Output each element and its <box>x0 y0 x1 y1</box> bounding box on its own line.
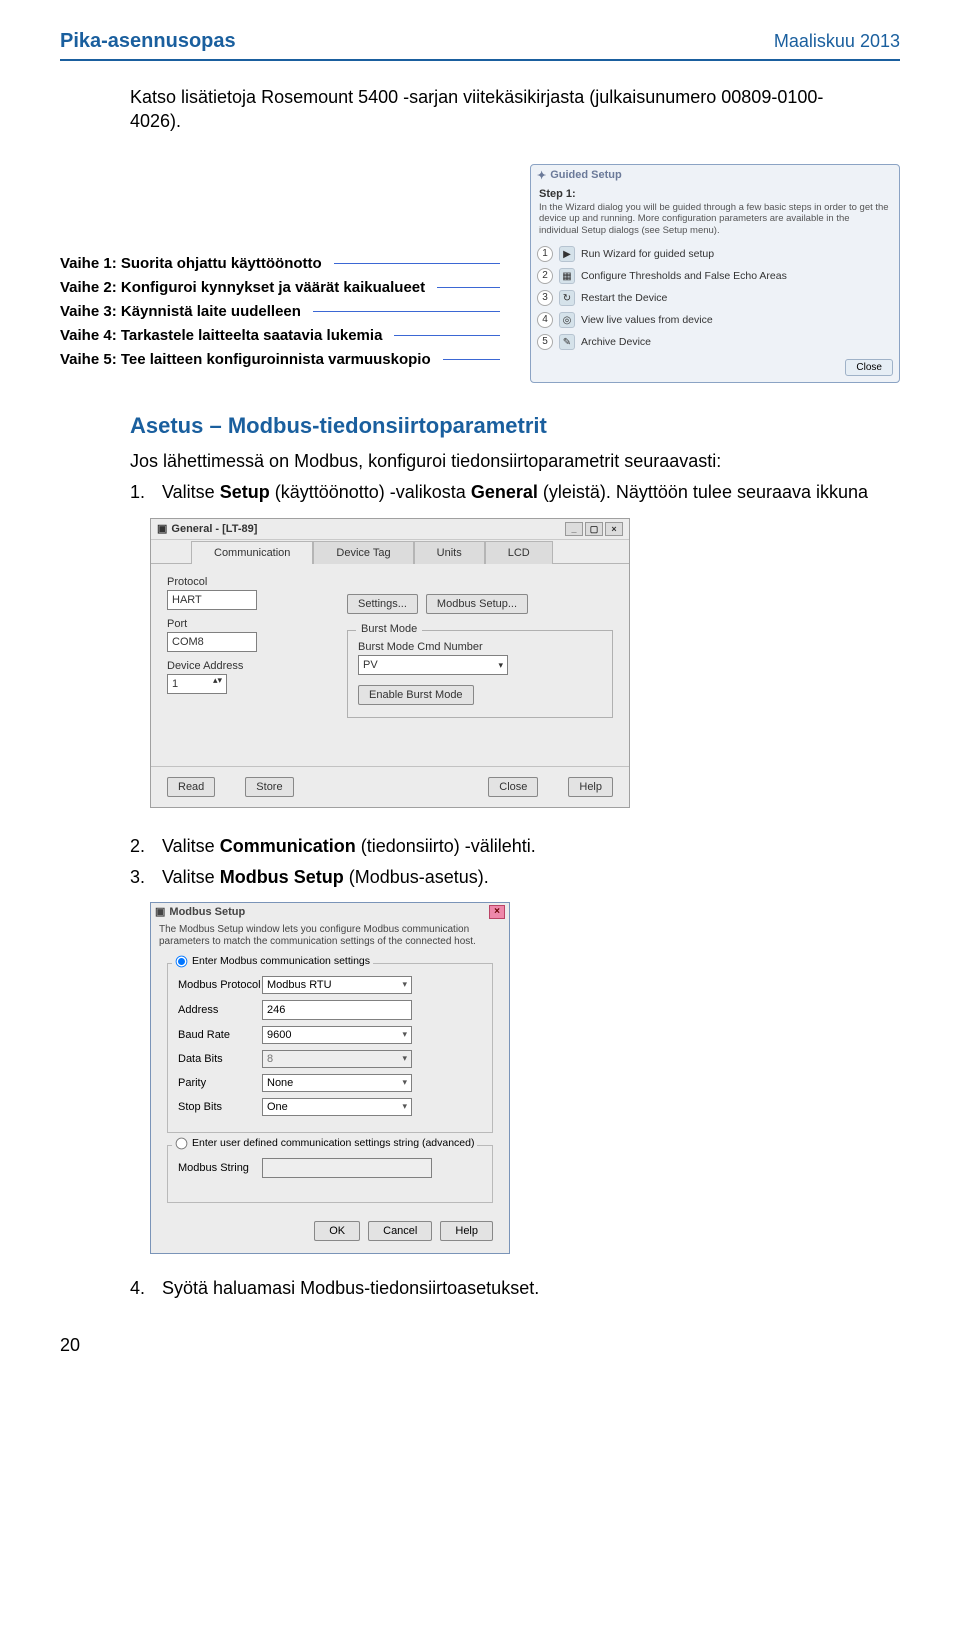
device-address-input[interactable]: 1▴▾ <box>167 674 227 694</box>
page-number: 20 <box>60 1335 900 1356</box>
close-icon[interactable]: × <box>489 905 505 919</box>
list-number: 4. <box>130 1276 152 1301</box>
radio2-label: Enter user defined communication setting… <box>192 1137 474 1149</box>
list-number: 1. <box>130 480 152 505</box>
step-4: Vaihe 4: Tarkastele laitteelta saatavia … <box>60 324 382 348</box>
window-title: General - [LT-89] <box>171 523 257 535</box>
parity-select[interactable]: None <box>262 1074 412 1092</box>
ok-button[interactable]: OK <box>314 1221 360 1241</box>
radio1-label: Enter Modbus communication settings <box>192 955 370 967</box>
general-window: ▣ General - [LT-89] _ ▢ × Communication … <box>150 518 630 808</box>
port-label: Port <box>167 618 317 630</box>
databits-label: Data Bits <box>178 1053 262 1065</box>
close-icon[interactable]: × <box>605 522 623 536</box>
step-number: 4 <box>537 312 553 328</box>
close-button[interactable]: Close <box>845 359 893 376</box>
modbus-settings-group: Enter Modbus communication settings Modb… <box>167 963 493 1133</box>
list-number: 2. <box>130 834 152 859</box>
section-title: Asetus – Modbus-tiedonsiirtoparametrit <box>130 413 900 439</box>
step-number: 5 <box>537 334 553 350</box>
header-right: Maaliskuu 2013 <box>774 31 900 52</box>
stopbits-label: Stop Bits <box>178 1101 262 1113</box>
row-label[interactable]: Configure Thresholds and False Echo Area… <box>581 270 787 282</box>
step-number: 1 <box>537 246 553 262</box>
step3-text: Valitse Modbus Setup (Modbus-asetus). <box>162 865 489 890</box>
enable-burst-button[interactable]: Enable Burst Mode <box>358 685 474 705</box>
wizard-icon[interactable]: ▶ <box>559 246 575 262</box>
device-address-label: Device Address <box>167 660 317 672</box>
tab-units[interactable]: Units <box>414 541 485 564</box>
modbus-title: Modbus Setup <box>169 906 245 918</box>
modbus-setup-button[interactable]: Modbus Setup... <box>426 594 528 614</box>
radio-enter-settings[interactable] <box>176 956 188 968</box>
step-number: 2 <box>537 268 553 284</box>
cancel-button[interactable]: Cancel <box>368 1221 432 1241</box>
port-input[interactable]: COM8 <box>167 632 257 652</box>
tab-device-tag[interactable]: Device Tag <box>313 541 413 564</box>
modbus-string-label: Modbus String <box>178 1162 262 1174</box>
baud-label: Baud Rate <box>178 1029 262 1041</box>
header-left: Pika-asennusopas <box>60 30 236 53</box>
wand-icon: ✦ <box>537 169 546 182</box>
step-3: Vaihe 3: Käynnistä laite uudelleen <box>60 300 301 324</box>
step-list: Vaihe 1: Suorita ohjattu käyttöönotto Va… <box>60 164 500 372</box>
help-button[interactable]: Help <box>440 1221 493 1241</box>
modbus-protocol-label: Modbus Protocol <box>178 979 262 991</box>
settings-button[interactable]: Settings... <box>347 594 418 614</box>
modbus-desc: The Modbus Setup window lets you configu… <box>151 921 509 959</box>
row-label[interactable]: Restart the Device <box>581 292 667 304</box>
guided-title: Guided Setup <box>550 169 622 181</box>
step1-text: Valitse Setup (käyttöönotto) -valikosta … <box>162 480 868 505</box>
step-1: Vaihe 1: Suorita ohjattu käyttöönotto <box>60 252 322 276</box>
address-label: Address <box>178 1004 262 1016</box>
step-number: 3 <box>537 290 553 306</box>
burst-mode-legend: Burst Mode <box>356 623 422 635</box>
tab-lcd[interactable]: LCD <box>485 541 553 564</box>
row-label[interactable]: View live values from device <box>581 314 713 326</box>
row-label[interactable]: Run Wizard for guided setup <box>581 248 714 260</box>
databits-select: 8 <box>262 1050 412 1068</box>
modbus-string-input <box>262 1158 432 1178</box>
wizard-row: Vaihe 1: Suorita ohjattu käyttöönotto Va… <box>60 164 900 384</box>
intro-text: Katso lisätietoja Rosemount 5400 -sarjan… <box>130 85 870 134</box>
step-5: Vaihe 5: Tee laitteen konfiguroinnista v… <box>60 348 431 372</box>
guided-setup-panel: ✦ Guided Setup Step 1: In the Wizard dia… <box>530 164 900 384</box>
stopbits-select[interactable]: One <box>262 1098 412 1116</box>
archive-icon[interactable]: ✎ <box>559 334 575 350</box>
modbus-setup-dialog: ▣ Modbus Setup × The Modbus Setup window… <box>150 902 510 1254</box>
row-label[interactable]: Archive Device <box>581 336 651 348</box>
modbus-protocol-select[interactable]: Modbus RTU <box>262 976 412 994</box>
store-button[interactable]: Store <box>245 777 293 797</box>
step2-text: Valitse Communication (tiedonsiirto) -vä… <box>162 834 536 859</box>
step1-label: Step 1: <box>539 188 576 200</box>
section-intro: Jos lähettimessä on Modbus, konfiguroi t… <box>130 449 880 474</box>
restart-icon[interactable]: ↻ <box>559 290 575 306</box>
step-2: Vaihe 2: Konfiguroi kynnykset ja väärät … <box>60 276 425 300</box>
protocol-label: Protocol <box>167 576 317 588</box>
read-button[interactable]: Read <box>167 777 215 797</box>
burst-cmd-label: Burst Mode Cmd Number <box>358 641 602 653</box>
parity-label: Parity <box>178 1077 262 1089</box>
close-button[interactable]: Close <box>488 777 538 797</box>
minimize-icon[interactable]: _ <box>565 522 583 536</box>
radio-user-defined[interactable] <box>176 1138 188 1150</box>
tab-communication[interactable]: Communication <box>191 541 313 564</box>
thresholds-icon[interactable]: ▦ <box>559 268 575 284</box>
address-input[interactable]: 246 <box>262 1000 412 1020</box>
help-button[interactable]: Help <box>568 777 613 797</box>
protocol-input[interactable]: HART <box>167 590 257 610</box>
dialog-icon: ▣ <box>155 905 165 918</box>
burst-cmd-select[interactable]: PV▾ <box>358 655 508 675</box>
guided-desc: In the Wizard dialog you will be guided … <box>539 202 891 238</box>
maximize-icon[interactable]: ▢ <box>585 522 603 536</box>
list-number: 3. <box>130 865 152 890</box>
window-icon: ▣ <box>157 522 167 535</box>
step4-text: Syötä haluamasi Modbus-tiedonsiirtoasetu… <box>162 1276 539 1301</box>
baud-select[interactable]: 9600 <box>262 1026 412 1044</box>
live-values-icon[interactable]: ◎ <box>559 312 575 328</box>
